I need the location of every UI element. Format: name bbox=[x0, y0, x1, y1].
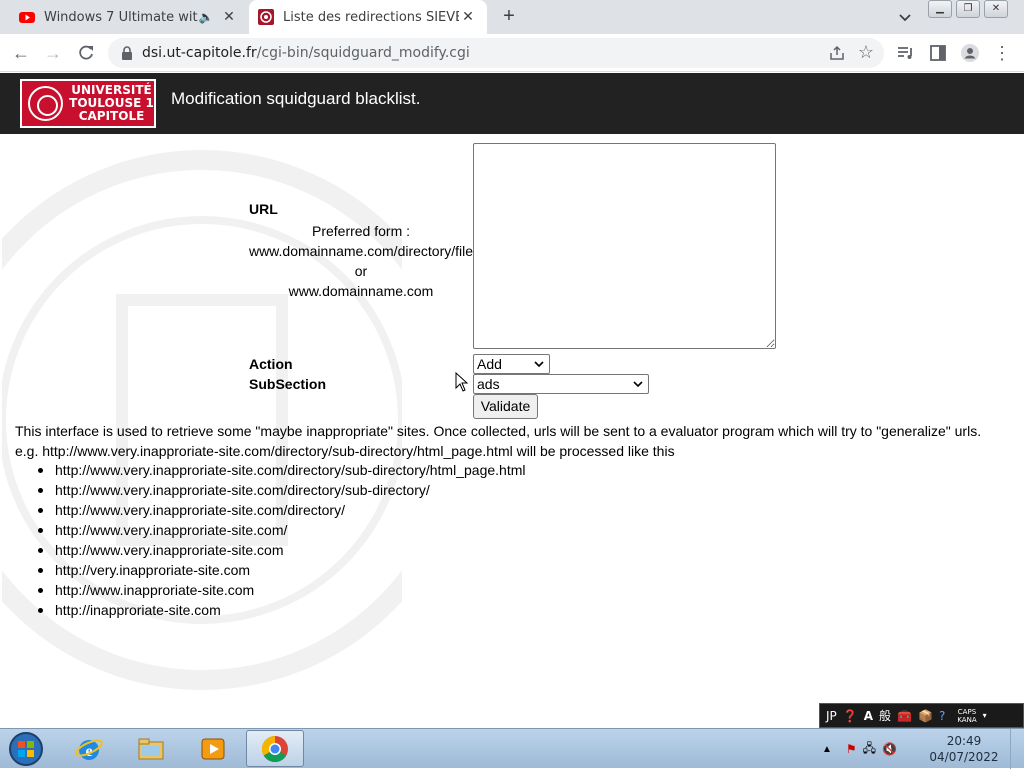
internet-explorer-icon: e bbox=[75, 739, 103, 760]
youtube-icon bbox=[19, 12, 35, 23]
action-center-flag-icon[interactable]: ⚑ bbox=[846, 742, 857, 756]
show-desktop-button[interactable] bbox=[1010, 729, 1024, 769]
lock-icon bbox=[122, 46, 132, 60]
new-tab-button[interactable]: + bbox=[498, 6, 520, 28]
list-item: http://www.very.inapproriate-site.com bbox=[37, 540, 525, 560]
page-header: UNIVERSITÉ TOULOUSE 1 CAPITOLE Modificat… bbox=[0, 73, 1024, 134]
share-icon[interactable] bbox=[828, 44, 846, 62]
subsection-label: SubSection bbox=[249, 376, 327, 392]
url-textarea[interactable] bbox=[473, 143, 776, 349]
profile-avatar-icon[interactable] bbox=[960, 43, 980, 63]
list-item: http://www.inapproriate-site.com bbox=[37, 580, 525, 600]
bookmark-star-icon[interactable]: ☆ bbox=[858, 42, 874, 63]
tab-title: Liste des redirections SIEVE bbox=[283, 9, 459, 25]
url-path: /cgi-bin/squidguard_modify.cgi bbox=[256, 45, 470, 61]
url-label: URL bbox=[249, 201, 278, 217]
ime-pad-icon[interactable]: 📦 bbox=[918, 709, 933, 723]
taskbar-internet-explorer[interactable]: e bbox=[60, 730, 118, 767]
ime-options-icon[interactable]: ▾ bbox=[983, 711, 987, 720]
clock-date: 04/07/2022 bbox=[929, 750, 999, 764]
subsection-select[interactable]: ads bbox=[473, 374, 649, 394]
page-content: URL Preferred form : www.domainname.com/… bbox=[0, 134, 1024, 728]
close-tab-icon[interactable]: ✕ bbox=[220, 9, 238, 25]
taskbar-clock[interactable]: 20:49 04/07/2022 bbox=[928, 733, 1000, 765]
network-icon[interactable]: 🖧 bbox=[863, 739, 876, 760]
caps-kana-indicator: CAPS KANA bbox=[957, 707, 977, 724]
preferred-form-hint: Preferred form : www.domainname.com/dire… bbox=[248, 223, 474, 299]
action-label: Action bbox=[249, 356, 293, 372]
ime-kana-glyph[interactable]: 般 bbox=[879, 707, 891, 724]
list-item: http://inapproriate-site.com bbox=[37, 600, 525, 620]
chevron-down-icon bbox=[534, 361, 544, 368]
tab-title: Windows 7 Ultimate with bbox=[44, 9, 198, 25]
speaker-icon[interactable]: 🔈 bbox=[198, 10, 214, 24]
side-panel-icon[interactable] bbox=[928, 43, 948, 63]
taskbar-file-explorer[interactable] bbox=[122, 730, 180, 767]
minimize-button[interactable]: ▁ bbox=[928, 0, 952, 18]
ime-language-bar[interactable]: JP ❓ A 般 🧰 📦 ? CAPS KANA ▾ bbox=[819, 703, 1024, 728]
media-controls-icon[interactable] bbox=[896, 43, 916, 63]
list-item: http://www.very.inapproriate-site.com/di… bbox=[37, 500, 525, 520]
volume-muted-icon[interactable]: 🔇 bbox=[882, 742, 897, 756]
browser-toolbar: ← → dsi.ut-capitole.fr/cgi-bin/squidguar… bbox=[0, 34, 1024, 72]
ime-help-icon[interactable]: ❓ bbox=[843, 709, 858, 723]
action-select[interactable]: Add bbox=[473, 354, 550, 374]
close-window-button[interactable]: ✕ bbox=[984, 0, 1008, 18]
url-text: dsi.ut-capitole.fr/cgi-bin/squidguard_mo… bbox=[142, 45, 470, 61]
site-favicon-icon bbox=[258, 9, 274, 25]
ime-toolbox-icon[interactable]: 🧰 bbox=[897, 709, 912, 723]
mouse-cursor-icon bbox=[455, 372, 469, 392]
back-icon[interactable]: ← bbox=[11, 43, 31, 63]
restore-button[interactable]: ❐ bbox=[956, 0, 980, 18]
generalized-url-list: http://www.very.inapproriate-site.com/di… bbox=[37, 460, 526, 620]
window-controls: ▁ ❐ ✕ bbox=[928, 0, 1012, 18]
url-domain: dsi.ut-capitole.fr bbox=[142, 45, 257, 61]
taskbar: e ▲ ⚑ 🖧 🔇 20:49 04/07/2022 bbox=[0, 728, 1024, 769]
chevron-down-icon[interactable] bbox=[896, 8, 914, 26]
validate-button[interactable]: Validate bbox=[473, 394, 538, 419]
menu-kebab-icon[interactable]: ⋮ bbox=[992, 43, 1012, 63]
reload-icon[interactable] bbox=[76, 43, 96, 63]
tab-sieve[interactable]: Liste des redirections SIEVE ✕ bbox=[249, 0, 487, 34]
folder-icon bbox=[138, 738, 164, 759]
tab-strip: Windows 7 Ultimate with 🔈 ✕ Liste des re… bbox=[0, 0, 1024, 34]
logo-text: UNIVERSITÉ TOULOUSE 1 CAPITOLE bbox=[69, 83, 154, 123]
system-tray: ▲ ⚑ 🖧 🔇 bbox=[822, 729, 897, 769]
university-logo[interactable]: UNIVERSITÉ TOULOUSE 1 CAPITOLE bbox=[20, 79, 156, 128]
clock-time: 20:49 bbox=[946, 734, 982, 748]
list-item: http://very.inapproriate-site.com bbox=[37, 560, 525, 580]
list-item: http://www.very.inapproriate-site.com/ bbox=[37, 520, 525, 540]
media-player-icon bbox=[201, 738, 225, 759]
description-text: This interface is used to retrieve some … bbox=[15, 423, 982, 439]
address-bar[interactable]: dsi.ut-capitole.fr/cgi-bin/squidguard_mo… bbox=[108, 38, 884, 68]
ime-mode[interactable]: JP bbox=[826, 709, 837, 723]
start-orb-icon[interactable] bbox=[6, 731, 46, 767]
tab-youtube[interactable]: Windows 7 Ultimate with 🔈 ✕ bbox=[10, 0, 248, 34]
ime-input-mode-icon[interactable]: A bbox=[864, 709, 873, 723]
list-item: http://www.very.inapproriate-site.com/di… bbox=[37, 462, 526, 478]
forward-icon[interactable]: → bbox=[43, 43, 63, 63]
subsection-selected-value: ads bbox=[477, 376, 500, 392]
chevron-down-icon bbox=[633, 381, 643, 388]
page-title: Modification squidguard blacklist. bbox=[171, 89, 421, 108]
action-selected-value: Add bbox=[477, 356, 502, 372]
list-item: http://www.very.inapproriate-site.com/di… bbox=[37, 480, 525, 500]
close-tab-icon[interactable]: ✕ bbox=[459, 9, 477, 25]
taskbar-media-player[interactable] bbox=[184, 730, 242, 767]
help-icon[interactable]: ? bbox=[939, 709, 945, 723]
seal-icon bbox=[28, 86, 63, 121]
chrome-icon bbox=[261, 735, 288, 762]
taskbar-chrome[interactable] bbox=[246, 730, 304, 767]
show-hidden-icons-icon[interactable]: ▲ bbox=[822, 744, 832, 755]
example-text: e.g. http://www.very.inapproriate-site.c… bbox=[15, 443, 675, 459]
